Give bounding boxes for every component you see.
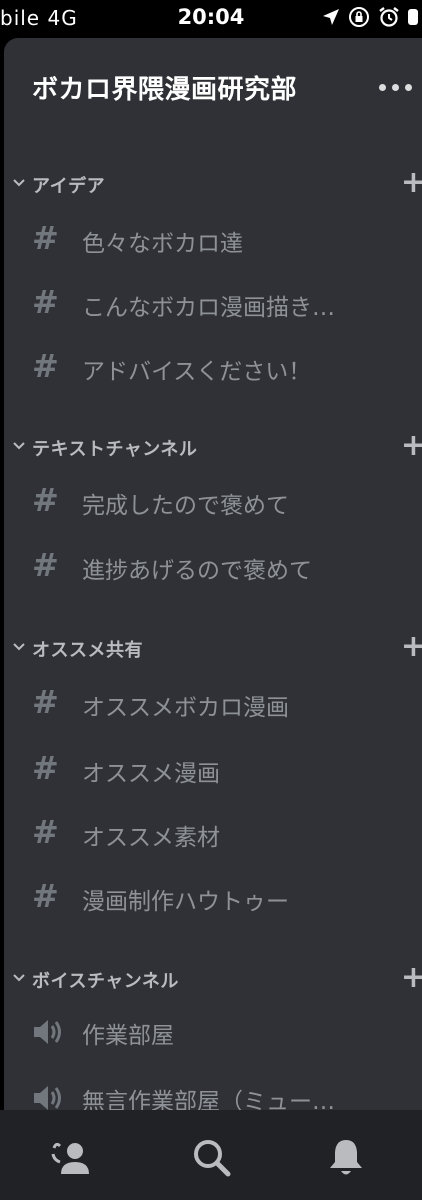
channel-item[interactable]: # 色々なボカロ達 <box>4 214 422 264</box>
status-bar: bile 4G 20:04 <box>0 0 422 36</box>
alarm-icon <box>379 7 399 27</box>
hash-icon: # <box>32 877 59 915</box>
add-channel-button[interactable]: + <box>401 632 422 662</box>
voice-channel-item[interactable]: 無言作業部屋（ミュー… <box>4 1072 422 1110</box>
channel-label: アドバイスください！ <box>82 359 312 385</box>
channel-label: オススメ素材 <box>82 825 220 851</box>
category-header[interactable]: ボイスチャンネル + <box>4 963 422 995</box>
channel-item[interactable]: # オススメボカロ漫画 <box>4 678 422 728</box>
notifications-bell-icon <box>330 1140 362 1175</box>
channel-label: 漫画制作ハウトゥー <box>82 889 289 915</box>
hash-icon: # <box>32 283 59 321</box>
notifications-tab[interactable] <box>322 1134 372 1184</box>
hash-icon: # <box>32 347 59 385</box>
channel-label: 完成したので褒めて <box>82 493 289 519</box>
chevron-down-icon <box>13 179 25 187</box>
hash-icon: # <box>32 546 59 584</box>
channel-label: 進捗あげるので褒めて <box>82 558 312 584</box>
speaker-icon <box>34 1086 61 1110</box>
friends-tab[interactable] <box>48 1134 98 1184</box>
server-name[interactable]: ボカロ界隈漫画研究部 <box>32 69 297 106</box>
category-label: ボイスチャンネル <box>32 971 179 992</box>
channel-label: オススメ漫画 <box>82 761 220 787</box>
channel-item[interactable]: # オススメ漫画 <box>4 744 422 794</box>
friends-icon <box>51 1142 89 1174</box>
category-label: テキストチャンネル <box>32 439 198 460</box>
battery-icon <box>408 9 418 25</box>
channel-item[interactable]: # 漫画制作ハウトゥー <box>4 872 422 922</box>
speaker-icon <box>34 1020 61 1044</box>
voice-channel-item[interactable]: 作業部屋 <box>4 1006 422 1056</box>
channel-item[interactable]: # アドバイスください！ <box>4 342 422 392</box>
channel-item[interactable]: # 進捗あげるので褒めて <box>4 541 422 591</box>
add-channel-button[interactable]: + <box>401 431 422 461</box>
hash-icon: # <box>32 219 59 257</box>
search-icon <box>194 1140 231 1177</box>
server-header[interactable]: ボカロ界隈漫画研究部 <box>4 38 422 138</box>
channel-label: 色々なボカロ達 <box>82 231 243 257</box>
status-icons <box>322 6 418 28</box>
category-label: オススメ共有 <box>32 640 143 661</box>
channel-item[interactable]: # オススメ素材 <box>4 808 422 858</box>
more-dots-icon[interactable] <box>379 84 412 91</box>
channel-label: 作業部屋 <box>82 1023 174 1049</box>
category-label: アイデア <box>32 176 106 197</box>
app-screen: bile 4G 20:04 ボカロ界隈漫画研究部 アイデア + # 色々なボカロ… <box>0 0 422 1200</box>
chevron-down-icon <box>13 643 25 651</box>
channel-label: こんなボカロ漫画描き… <box>82 295 335 321</box>
category-header[interactable]: オススメ共有 + <box>4 632 422 664</box>
hash-icon: # <box>32 683 59 721</box>
category-header[interactable]: アイデア + <box>4 168 422 200</box>
channel-label: オススメボカロ漫画 <box>82 695 289 721</box>
channel-item[interactable]: # こんなボカロ漫画描き… <box>4 278 422 328</box>
channel-item[interactable]: # 完成したので褒めて <box>4 476 422 526</box>
bottom-tab-bar <box>0 1110 422 1200</box>
hash-icon: # <box>32 749 59 787</box>
channel-label: 無言作業部屋（ミュー… <box>82 1089 335 1110</box>
orientation-lock-icon <box>349 7 369 27</box>
category-header[interactable]: テキストチャンネル + <box>4 431 422 463</box>
hash-icon: # <box>32 481 59 519</box>
location-arrow-icon <box>323 9 339 25</box>
add-channel-button[interactable]: + <box>401 963 422 993</box>
chevron-down-icon <box>13 974 25 982</box>
hash-icon: # <box>32 813 59 851</box>
search-tab[interactable] <box>188 1134 238 1184</box>
chevron-down-icon <box>13 442 25 450</box>
channel-list-panel: ボカロ界隈漫画研究部 アイデア + # 色々なボカロ達 # こんなボカロ漫画描き… <box>4 38 422 1110</box>
add-channel-button[interactable]: + <box>401 168 422 198</box>
